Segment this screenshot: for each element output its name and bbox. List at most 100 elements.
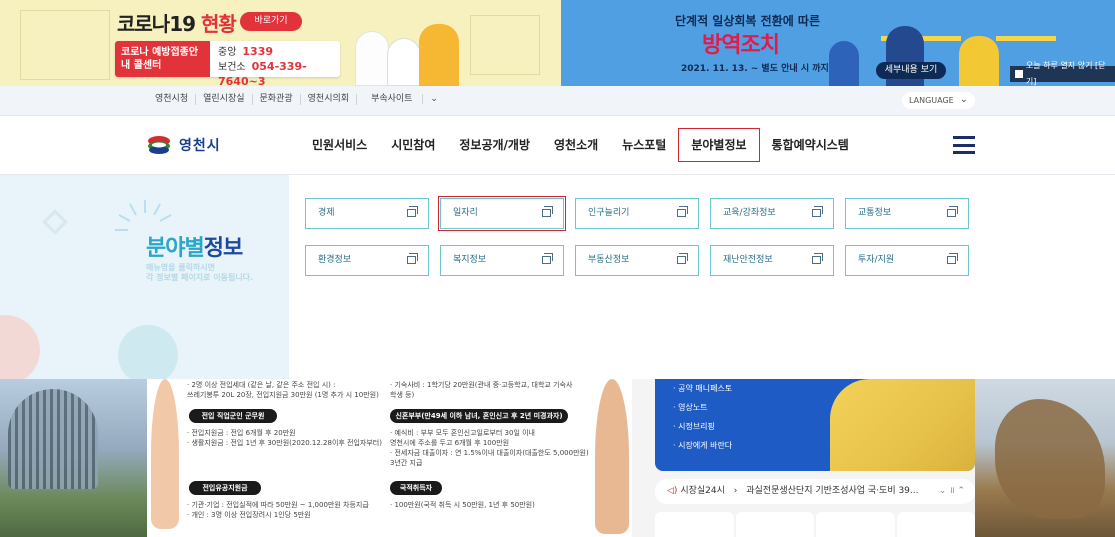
- building-illustration: [20, 10, 110, 80]
- notice-right-mid: · 예식비 : 부부 모두 혼인신고일로부터 30일 이내 영천시에 주소를 두…: [390, 429, 589, 467]
- new-window-icon: [812, 206, 823, 217]
- top-banners: 코로나19 현황 바로가기 코로나 예방접종안내 콜센터 중앙 1339 보건소 0…: [0, 0, 1115, 86]
- tag-military-transfer: 전입 직업군인 군무원: [189, 409, 277, 423]
- field-link-economy[interactable]: 경제: [305, 198, 429, 229]
- quick-tile[interactable]: [896, 512, 975, 537]
- field-link-investment[interactable]: 투자/지원: [845, 245, 969, 276]
- covid-status-banner[interactable]: 코로나19 현황 바로가기 코로나 예방접종안내 콜센터 중앙 1339 보건소 0…: [0, 0, 561, 86]
- horse-statue-photo: [975, 379, 1115, 537]
- menu-field-information[interactable]: 분야별정보: [678, 128, 760, 162]
- chevron-right-icon: ›: [733, 486, 738, 496]
- new-window-icon: [947, 253, 958, 264]
- chevron-down-icon: ⌄: [959, 94, 968, 105]
- quick-tile[interactable]: [816, 512, 895, 537]
- field-link-environment[interactable]: 환경정보: [305, 245, 429, 276]
- medical-staff-illustration: [355, 5, 465, 86]
- hamburger-menu-icon[interactable]: [953, 136, 975, 154]
- diamond-decoration: [42, 209, 68, 235]
- language-select[interactable]: LANGUAGE ⌄: [902, 92, 975, 109]
- circle-decoration-2: [118, 325, 178, 379]
- ticker-text: 과실전문생산단지 기반조성사업 국·도비 39...: [746, 486, 919, 496]
- new-window-icon: [812, 253, 823, 264]
- tag-merit-subsidy: 전입유공지원금: [189, 481, 261, 495]
- new-window-icon: [407, 253, 418, 264]
- logo-text: 영천시: [179, 138, 221, 154]
- menu-about-yeongcheon[interactable]: 영천소개: [542, 129, 610, 161]
- site-logo[interactable]: 영천시: [147, 133, 221, 157]
- field-info-dropdown: 분야별정보 메뉴명을 클릭하시면 각 정보별 페이지로 이동됩니다. 경제 일자…: [0, 175, 1115, 379]
- person-illustration-3: [959, 36, 999, 86]
- vaccine-callcenter-box: 코로나 예방접종안내 콜센터 중앙 1339 보건소 054-339-7640~3: [115, 41, 340, 86]
- menu-news-portal[interactable]: 뉴스포털: [610, 129, 678, 161]
- main-menu: 민원서비스 시민참여 정보공개/개방 영천소개 뉴스포털 분야별정보 통합예약시…: [300, 128, 861, 162]
- notice-left-top: · 2명 이상 전입세대 (같은 날, 같은 주소 전입 시) : 쓰레기봉투 …: [187, 381, 379, 399]
- callcenter-label: 코로나 예방접종안내 콜센터: [115, 41, 210, 77]
- notice-right-bottom: · 100만원(국적 취득 시 50만원, 1년 후 50만원): [390, 501, 535, 509]
- field-link-welfare[interactable]: 복지정보: [440, 245, 564, 276]
- util-link-mayor[interactable]: 열린시장실: [195, 94, 251, 105]
- field-link-real-estate[interactable]: 부동산정보: [575, 245, 699, 276]
- news-ticker[interactable]: ◁) 시장실24시 › 과실전문생산단지 기반조성사업 국·도비 39... ⌄…: [655, 479, 975, 504]
- util-link-tourism[interactable]: 문화관광: [251, 94, 300, 105]
- menu-citizen-participation[interactable]: 시민참여: [379, 129, 447, 161]
- notice-left-bottom: · 기관·기업 : 전입실적에 따라 50만원 ~ 1,000만원 차등지급 ·…: [187, 501, 369, 519]
- menu-information-disclosure[interactable]: 정보공개/개방: [447, 129, 542, 161]
- kid-illustration-2: [595, 379, 629, 534]
- mayor-menu-item[interactable]: · 영상노트: [673, 398, 732, 417]
- view-details-button[interactable]: 세부내용 보기: [876, 62, 946, 79]
- dropdown-title: 분야별정보: [146, 236, 243, 261]
- field-link-traffic[interactable]: 교통정보: [845, 198, 969, 229]
- field-link-disaster-safety[interactable]: 재난안전정보: [710, 245, 834, 276]
- city-building-photo: [0, 379, 150, 537]
- mayor-menu-box: · 공약 매니페스토 · 영상노트 · 시정브리핑 · 시장에게 바란다: [655, 379, 975, 471]
- util-link-council[interactable]: 영천시의회: [299, 94, 356, 105]
- covid-banner-title: 코로나19 현황: [117, 12, 237, 36]
- ticker-label: 시장실24시: [680, 486, 725, 496]
- new-window-icon: [542, 206, 553, 217]
- quarantine-date: 2021. 11. 13. ~ 별도 안내 시 까지: [681, 64, 829, 74]
- population-support-notice[interactable]: · 2명 이상 전입세대 (같은 날, 같은 주소 전입 시) : 쓰레기봉투 …: [147, 379, 632, 537]
- circle-decoration: [0, 315, 40, 379]
- field-link-population[interactable]: 인구늘리기: [575, 198, 699, 229]
- arrow-decoration-2: [996, 36, 1056, 41]
- dropdown-intro: 분야별정보 메뉴명을 클릭하시면 각 정보별 페이지로 이동됩니다.: [0, 175, 289, 379]
- util-link-cityhall[interactable]: 영천시청: [148, 94, 195, 105]
- quick-tiles: [655, 512, 975, 537]
- new-window-icon: [407, 206, 418, 217]
- mayor-photo: [830, 379, 975, 471]
- close-today-control[interactable]: 오늘 하루 열지 않기 [닫기]: [1010, 61, 1115, 86]
- new-window-icon: [677, 253, 688, 264]
- quick-tile[interactable]: [735, 512, 814, 537]
- quick-tile[interactable]: [655, 512, 734, 537]
- field-link-jobs[interactable]: 일자리: [438, 196, 566, 231]
- chevron-down-icon: ⌄: [422, 94, 445, 104]
- ticker-controls[interactable]: ⌄ ॥ ⌃: [939, 479, 965, 504]
- kid-illustration: [151, 379, 179, 529]
- mayor-menu-item[interactable]: · 공약 매니페스토: [673, 379, 732, 398]
- mayor-menu-item[interactable]: · 시정브리핑: [673, 417, 732, 436]
- building-illustration-2: [470, 15, 540, 75]
- mayor-menu-item[interactable]: · 시장에게 바란다: [673, 436, 732, 455]
- dropdown-description: 메뉴명을 클릭하시면 각 정보별 페이지로 이동됩니다.: [146, 263, 254, 282]
- logo-icon: [147, 133, 171, 157]
- quarantine-title: 방역조치: [702, 33, 780, 58]
- notice-left-mid: · 전입지원금 : 전입 6개월 후 20만원 · 생활지원금 : 전입 1년 …: [187, 429, 382, 447]
- tag-naturalized: 국적취득자: [390, 481, 442, 495]
- tag-newlyweds: 신혼부부(만49세 이하 남녀, 혼인신고 후 2년 미경과자): [390, 409, 568, 423]
- notice-right-top: · 기숙사비 : 1학기당 20만원(관내 중·고등학교, 대학교 기숙사 학생…: [390, 381, 573, 399]
- main-navigation: 영천시 민원서비스 시민참여 정보공개/개방 영천소개 뉴스포털 분야별정보 통…: [0, 116, 1115, 175]
- menu-reservation-system[interactable]: 통합예약시스템: [760, 129, 861, 161]
- new-window-icon: [677, 206, 688, 217]
- megaphone-icon: ◁): [667, 486, 678, 496]
- util-link-affiliated[interactable]: 부속사이트 ⌄: [356, 94, 452, 105]
- menu-civil-service[interactable]: 민원서비스: [300, 129, 379, 161]
- field-link-education[interactable]: 교육/강좌정보: [710, 198, 834, 229]
- new-window-icon: [947, 206, 958, 217]
- field-info-grid: 경제 일자리 인구늘리기 교육/강좌정보 교통정보 환경정보 복지정보 부동산정…: [305, 196, 969, 276]
- checkbox-icon[interactable]: [1015, 70, 1023, 78]
- person-illustration: [829, 41, 859, 86]
- mayor-menu-list: · 공약 매니페스토 · 영상노트 · 시정브리핑 · 시장에게 바란다: [673, 379, 732, 455]
- utility-links: 영천시청 열린시장실 문화관광 영천시의회 부속사이트 ⌄: [148, 94, 452, 105]
- new-window-icon: [542, 253, 553, 264]
- covid-shortcut-button[interactable]: 바로가기: [240, 12, 302, 31]
